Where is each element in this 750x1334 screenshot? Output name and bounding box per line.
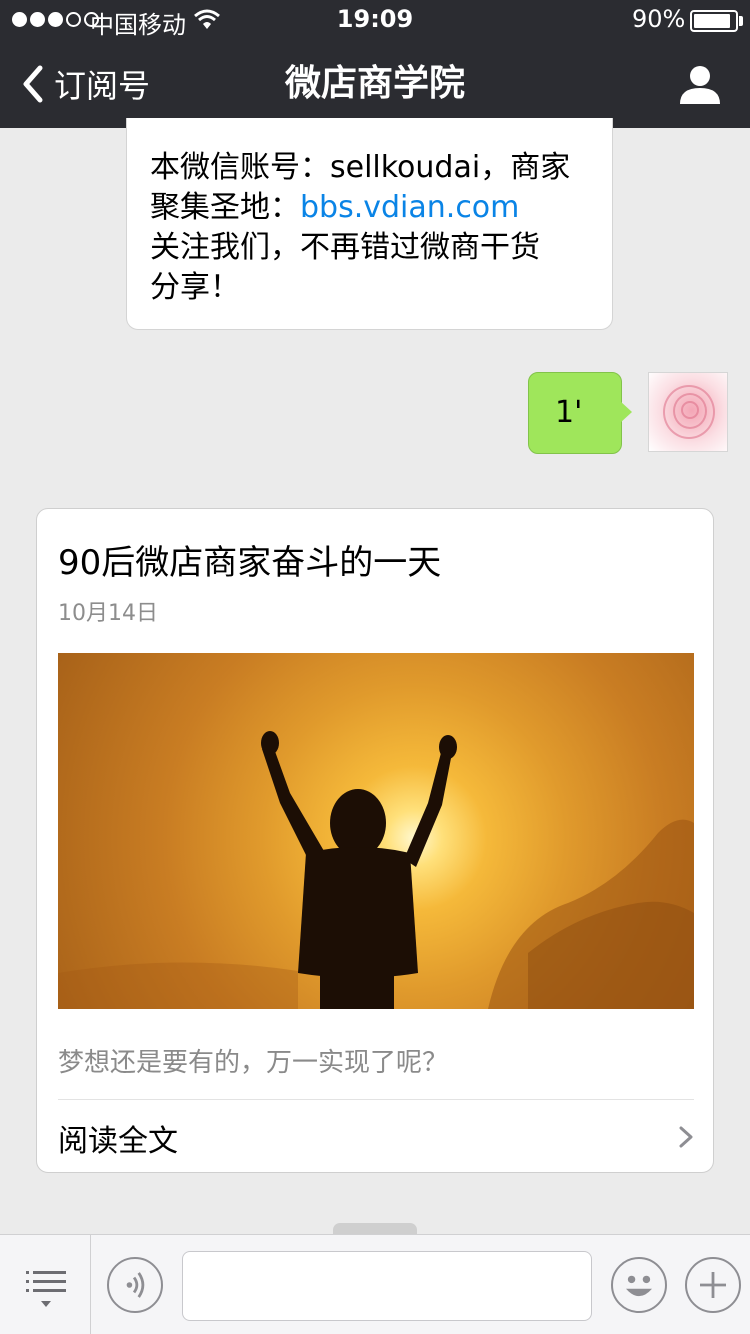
bubble-tail — [620, 401, 632, 423]
outgoing-message-bubble[interactable]: 1' — [528, 372, 632, 454]
outgoing-message-text: 1' — [555, 395, 583, 430]
voice-icon[interactable] — [107, 1257, 163, 1313]
user-avatar[interactable] — [648, 372, 728, 452]
article-card[interactable]: 90后微店商家奋斗的一天 10月14日 梦想还是要有的，万一实现了呢？ 阅读全文 — [36, 508, 714, 1173]
bottom-separator — [90, 1235, 91, 1334]
intro-line-2-prefix: 聚集圣地： — [150, 190, 300, 225]
article-summary: 梦想还是要有的，万一实现了呢？ — [58, 1048, 449, 1078]
sunset-silhouette-image[interactable] — [58, 653, 694, 1009]
intro-line-3: 关注我们，不再错过微商干货 — [150, 230, 540, 265]
message-input[interactable] — [182, 1251, 592, 1321]
battery-fill — [694, 14, 730, 28]
intro-message-bubble: 本微信账号：sellkoudai，商家 聚集圣地：bbs.vdian.com 关… — [126, 118, 613, 330]
intro-line-2: 聚集圣地：bbs.vdian.com — [150, 188, 592, 228]
intro-line-4: 分享！ — [150, 270, 240, 305]
page-title: 微店商学院 — [284, 63, 465, 104]
battery-percent: 90% — [632, 5, 686, 33]
battery-icon — [690, 10, 738, 32]
read-more-link[interactable]: 阅读全文 — [58, 1100, 694, 1172]
read-more-label: 阅读全文 — [58, 1124, 178, 1159]
emoji-icon[interactable] — [611, 1257, 667, 1313]
silhouette-illustration — [58, 731, 694, 1009]
plus-icon[interactable] — [685, 1257, 741, 1313]
article-date: 10月14日 — [58, 601, 158, 626]
menu-list-icon[interactable] — [22, 1269, 70, 1313]
battery-nub — [739, 16, 743, 26]
person-icon[interactable] — [678, 64, 722, 104]
forum-link[interactable]: bbs.vdian.com — [300, 190, 519, 225]
chevron-right-icon — [679, 1126, 693, 1148]
top-bar: 中国移动 19:09 90% 订阅号 微店商学院 — [0, 0, 750, 128]
input-bar — [0, 1234, 750, 1334]
intro-line-1: 本微信账号：sellkoudai，商家 — [150, 150, 571, 185]
article-title: 90后微店商家奋斗的一天 — [58, 543, 442, 583]
status-bar: 中国移动 19:09 90% — [0, 0, 750, 40]
